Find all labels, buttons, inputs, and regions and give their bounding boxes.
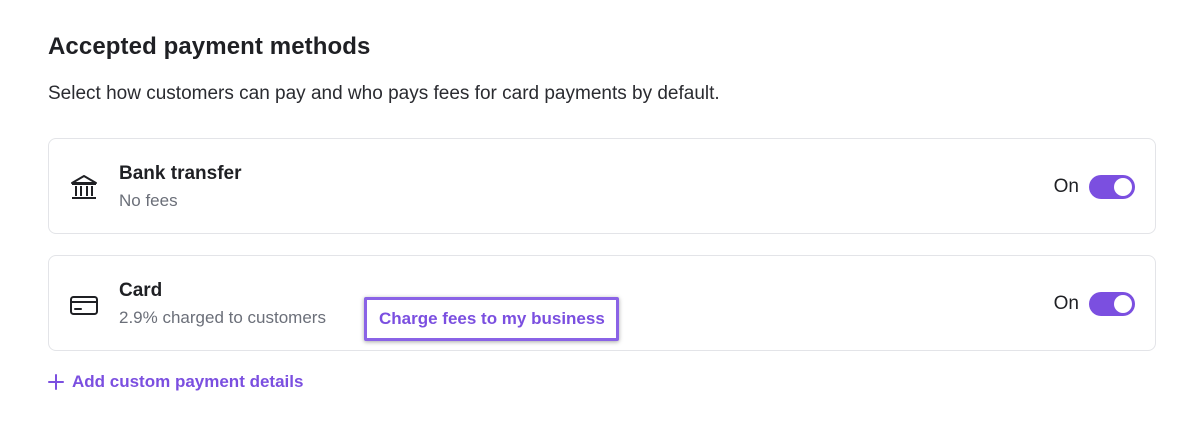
- bank-icon: [71, 175, 97, 199]
- toggle-state-label: On: [1053, 293, 1079, 314]
- toggle-knob: [1114, 178, 1132, 196]
- bank-transfer-toggle[interactable]: [1089, 175, 1135, 199]
- payment-method-bank-transfer: Bank transfer No fees On: [48, 138, 1156, 234]
- card-toggle[interactable]: [1089, 292, 1135, 316]
- payment-method-fee-description: No fees: [119, 191, 178, 210]
- payment-method-fee-description: 2.9% charged to customers: [119, 308, 326, 327]
- payment-method-name: Card: [119, 280, 163, 301]
- credit-card-icon: [70, 296, 98, 315]
- bank-transfer-toggle-group: On: [1054, 175, 1135, 199]
- charge-fees-to-business-link[interactable]: Charge fees to my business: [364, 297, 619, 341]
- plus-icon: [48, 374, 64, 390]
- add-custom-payment-details-label: Add custom payment details: [72, 372, 304, 391]
- payment-method-name: Bank transfer: [119, 163, 242, 184]
- toggle-knob: [1114, 295, 1132, 313]
- section-subtitle: Select how customers can pay and who pay…: [48, 83, 720, 104]
- payment-methods-section: Accepted payment methods Select how cust…: [0, 0, 1184, 431]
- toggle-state-label: On: [1053, 176, 1079, 197]
- section-title: Accepted payment methods: [48, 33, 371, 60]
- card-toggle-group: On: [1054, 292, 1135, 316]
- add-custom-payment-details-button[interactable]: Add custom payment details: [47, 372, 303, 392]
- payment-method-card: Card 2.9% charged to customers Charge fe…: [48, 255, 1156, 351]
